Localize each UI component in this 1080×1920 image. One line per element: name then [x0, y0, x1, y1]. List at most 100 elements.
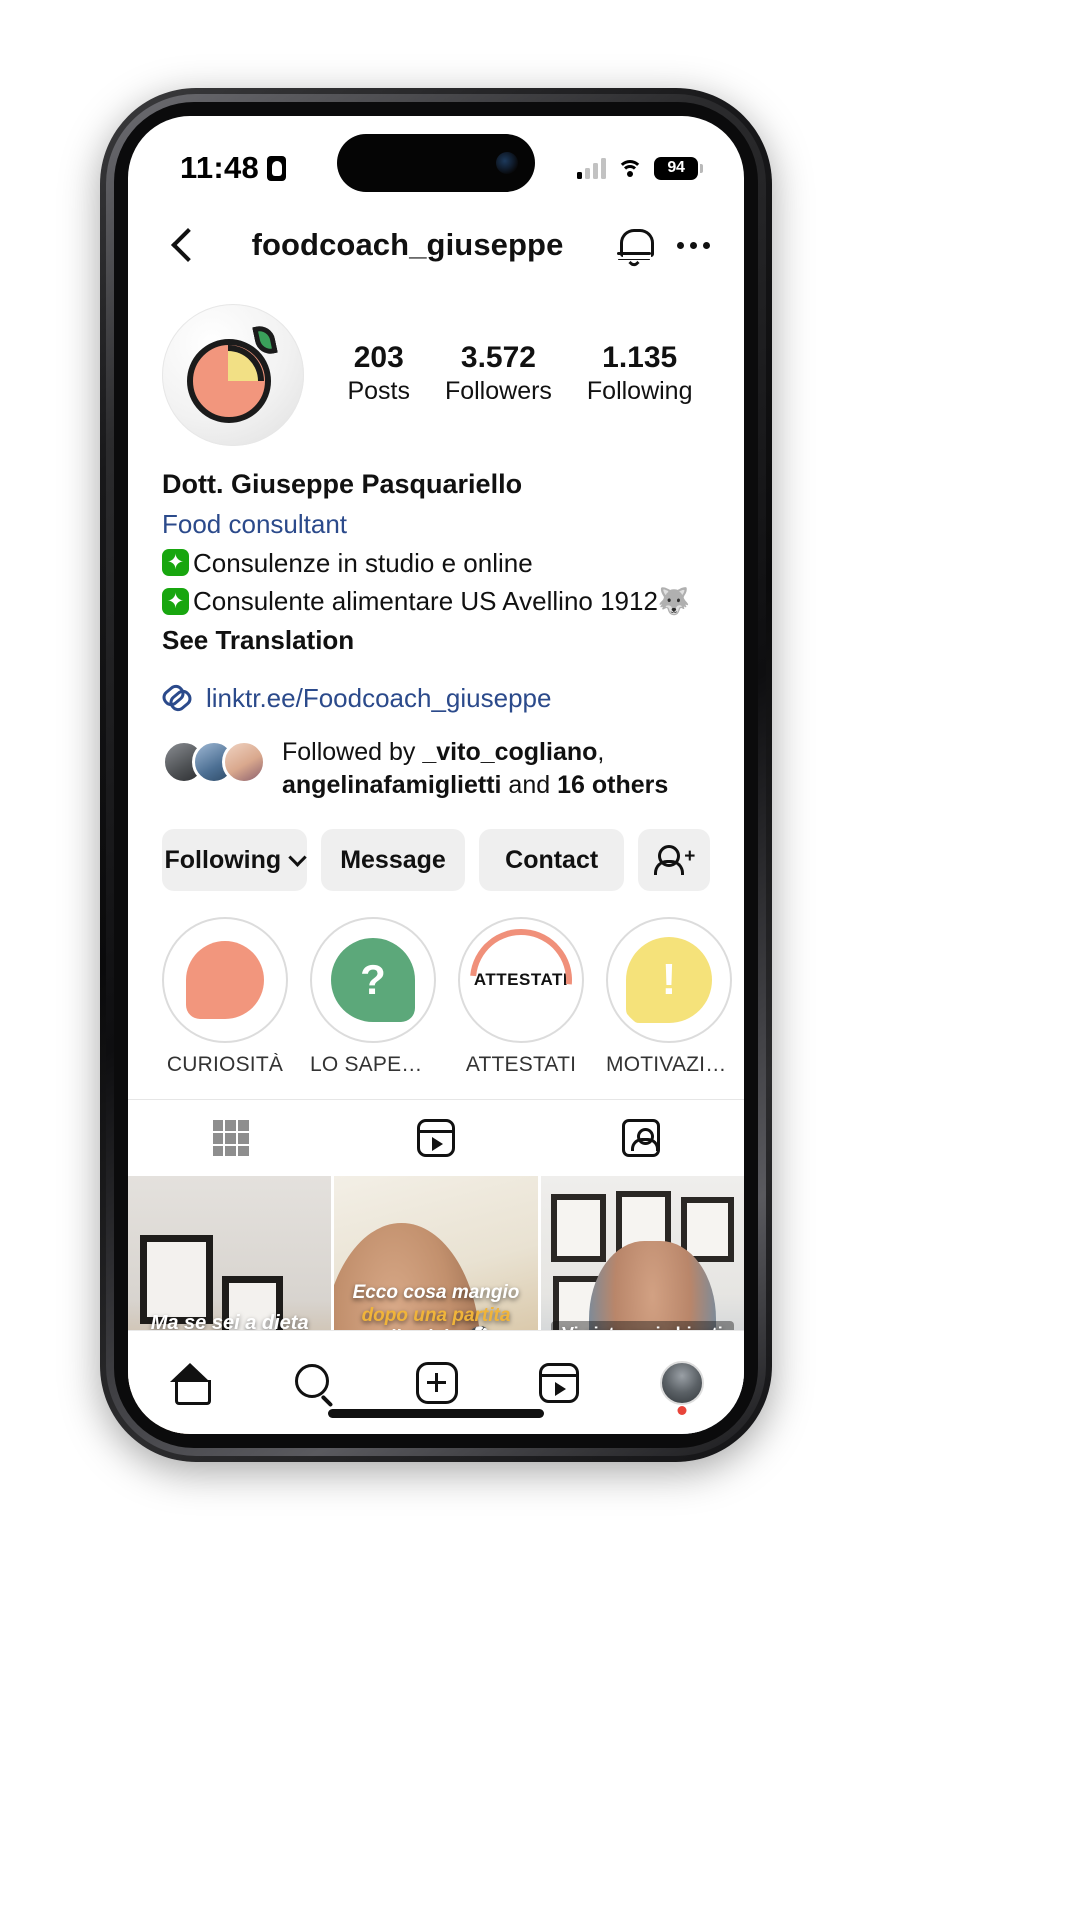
pie-shape: [187, 339, 271, 423]
status-bar-time-group: 11:48: [180, 150, 287, 186]
stat-posts-value: 203: [353, 340, 404, 374]
mutual-avatar-3: [222, 739, 266, 784]
phone-screen: 11:48 94 foodcoach_giuseppe 203 Posts 3.…: [128, 116, 744, 1434]
highlight-attestati[interactable]: ATTESTATI ATTESTATI: [458, 917, 584, 1077]
profile-avatar-icon[interactable]: [659, 1360, 704, 1415]
followed-by-separator: ,: [597, 737, 605, 766]
status-bar-indicators: 94: [577, 156, 703, 180]
bio-line-1: ✦ Consulenze in studio e online: [162, 544, 710, 582]
green-sparkle-icon: ✦: [162, 587, 189, 615]
mutual-name-1[interactable]: _vito_cogliano: [422, 738, 597, 766]
page-title: foodcoach_giuseppe: [251, 227, 564, 262]
green-sparkle-icon: ✦: [162, 549, 189, 577]
link-chain-icon: [162, 683, 192, 713]
grid-posts-icon: [212, 1120, 249, 1157]
add-user-button[interactable]: +: [638, 829, 711, 892]
app-header: foodcoach_giuseppe: [128, 202, 744, 288]
green-question-mark-icon: ?: [319, 926, 427, 1035]
message-button-label: Message: [340, 845, 446, 874]
highlight-motivazione[interactable]: ! MOTIVAZIO...: [606, 917, 732, 1077]
highlight-label: MOTIVAZIO...: [606, 1053, 732, 1077]
following-button[interactable]: Following: [162, 829, 307, 892]
pink-speech-bubble-icon: [171, 926, 279, 1035]
highlight-lo-sapevi[interactable]: ? LO SAPEVI...: [310, 917, 436, 1077]
yellow-exclamation-icon: !: [615, 926, 723, 1035]
stat-followers-value: 3.572: [460, 340, 536, 374]
post-2-line-2: dopo una partita: [361, 1304, 511, 1326]
followed-by-prefix: Followed by: [282, 737, 423, 766]
story-highlights[interactable]: CURIOSITÀ ? LO SAPEVI... ATTESTATI ATTES…: [128, 891, 744, 1077]
profile-tabs: [128, 1099, 744, 1176]
reels-nav-icon[interactable]: [538, 1362, 579, 1403]
profile-link-text[interactable]: linktr.ee/Foodcoach_giuseppe: [206, 683, 551, 714]
stat-following-value: 1.135: [602, 340, 678, 374]
profile-bio: Dott. Giuseppe Pasquariello Food consult…: [128, 446, 744, 661]
attestati-cover-icon: ATTESTATI: [467, 926, 575, 1035]
stat-followers[interactable]: 3.572 Followers: [445, 341, 552, 409]
create-post-icon[interactable]: [415, 1361, 458, 1404]
see-translation-link[interactable]: See Translation: [162, 620, 710, 660]
tagged-icon: [622, 1119, 661, 1158]
contact-button[interactable]: Contact: [479, 829, 625, 892]
profile-category[interactable]: Food consultant: [162, 505, 710, 544]
tab-reels[interactable]: [333, 1100, 538, 1176]
followed-by-row[interactable]: Followed by _vito_cogliano, angelinafami…: [128, 714, 744, 804]
message-button[interactable]: Message: [320, 829, 466, 892]
followed-by-others[interactable]: 16 others: [557, 771, 668, 799]
pie-slice-shape: [228, 345, 264, 381]
following-button-label: Following: [164, 845, 282, 874]
highlight-label: CURIOSITÀ: [166, 1053, 284, 1077]
highlight-ring: ATTESTATI: [458, 917, 584, 1044]
more-options-icon[interactable]: [667, 241, 710, 249]
highlight-curiosita[interactable]: CURIOSITÀ: [162, 917, 288, 1077]
bio-line-2-text: Consulente alimentare US Avellino 1912🐺: [193, 585, 691, 616]
tab-tagged[interactable]: [539, 1100, 744, 1176]
wifi-icon: [617, 158, 643, 178]
add-user-icon: +: [654, 844, 695, 876]
chevron-down-icon: [288, 848, 307, 867]
stat-followers-label: Followers: [444, 377, 552, 406]
profile-display-name: Dott. Giuseppe Pasquariello: [162, 469, 523, 499]
battery-icon: 94: [654, 156, 703, 180]
reels-icon: [416, 1119, 455, 1158]
tab-grid[interactable]: [128, 1100, 333, 1176]
stat-posts[interactable]: 203 Posts: [347, 341, 410, 409]
phone-device-frame: 11:48 94 foodcoach_giuseppe 203 Posts 3.…: [100, 88, 772, 1462]
highlight-ring: !: [606, 917, 732, 1044]
search-icon[interactable]: [293, 1362, 335, 1404]
stat-following-label: Following: [586, 377, 693, 406]
portrait-lock-icon: [267, 155, 287, 181]
highlight-label: ATTESTATI: [465, 1053, 577, 1077]
dynamic-island: [337, 134, 535, 192]
stat-following[interactable]: 1.135 Following: [587, 341, 693, 409]
post-2-line-1: Ecco cosa mangio: [352, 1282, 520, 1304]
highlight-ring: ?: [310, 917, 436, 1044]
notification-badge: [677, 1405, 687, 1415]
bio-line-2: ✦ Consulente alimentare US Avellino 1912…: [162, 582, 710, 620]
avatar[interactable]: [162, 304, 304, 446]
food-pie-avatar-icon: [185, 323, 281, 423]
followed-by-avatars: [162, 736, 266, 784]
back-chevron-icon[interactable]: [162, 225, 202, 265]
mutual-name-2[interactable]: angelinafamiglietti: [282, 771, 501, 799]
followed-by-middle: and: [501, 771, 558, 800]
profile-stats: 203 Posts 3.572 Followers 1.135 Followin…: [304, 341, 710, 409]
highlight-label: LO SAPEVI...: [310, 1053, 436, 1077]
battery-level: 94: [667, 159, 685, 176]
profile-link-row[interactable]: linktr.ee/Foodcoach_giuseppe: [128, 661, 744, 714]
cellular-signal-icon: [577, 157, 606, 179]
status-bar: 11:48 94: [128, 116, 744, 202]
front-camera-icon: [496, 152, 518, 174]
highlight-ring: [162, 917, 288, 1044]
profile-summary: 203 Posts 3.572 Followers 1.135 Followin…: [128, 288, 744, 446]
profile-action-buttons: Following Message Contact +: [128, 803, 744, 892]
bio-line-1-text: Consulenze in studio e online: [193, 547, 533, 578]
home-indicator[interactable]: [328, 1409, 544, 1418]
status-bar-time: 11:48: [180, 150, 260, 185]
contact-button-label: Contact: [505, 845, 599, 874]
notification-bell-icon[interactable]: [613, 224, 655, 269]
screenshot-canvas: 11:48 94 foodcoach_giuseppe 203 Posts 3.…: [0, 0, 1080, 1920]
stat-posts-label: Posts: [347, 377, 410, 406]
home-icon[interactable]: [168, 1362, 212, 1405]
bottom-navigation-bar: [128, 1330, 744, 1434]
